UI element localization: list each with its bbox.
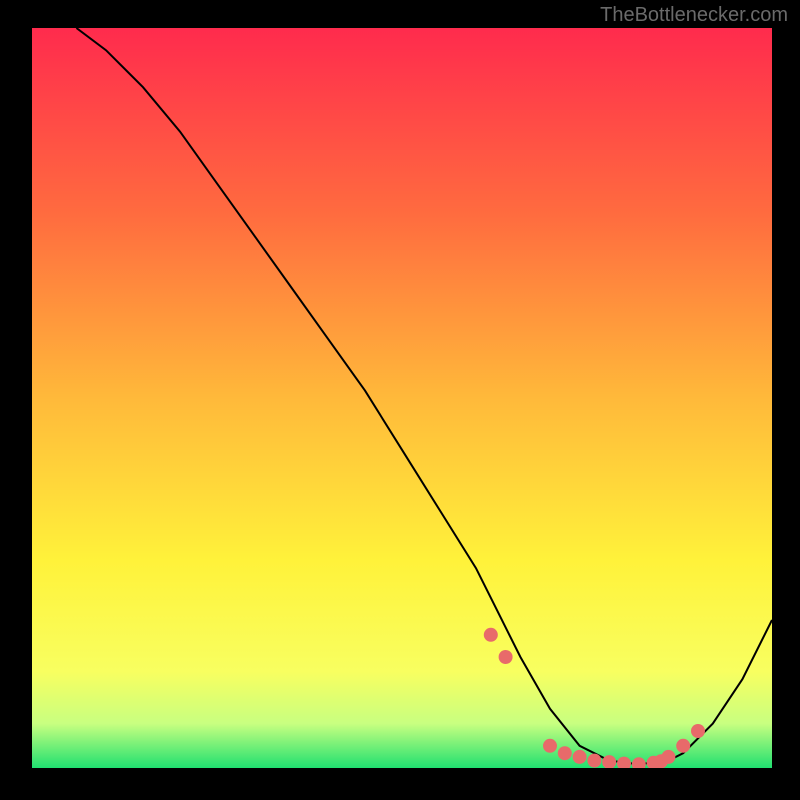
highlight-dot [543,739,557,753]
highlight-dot [617,757,631,768]
curve-layer [32,28,772,768]
chart-plot-area [32,28,772,768]
highlight-dot [558,746,572,760]
highlight-dot [632,757,646,768]
highlight-dot [661,750,675,764]
highlight-dot [484,628,498,642]
highlight-dot [573,750,587,764]
highlight-dot [676,739,690,753]
highlight-dot [587,754,601,768]
watermark-text: TheBottlenecker.com [600,4,788,27]
highlight-dot [499,650,513,664]
bottleneck-curve [76,28,772,764]
highlight-dot [691,724,705,738]
